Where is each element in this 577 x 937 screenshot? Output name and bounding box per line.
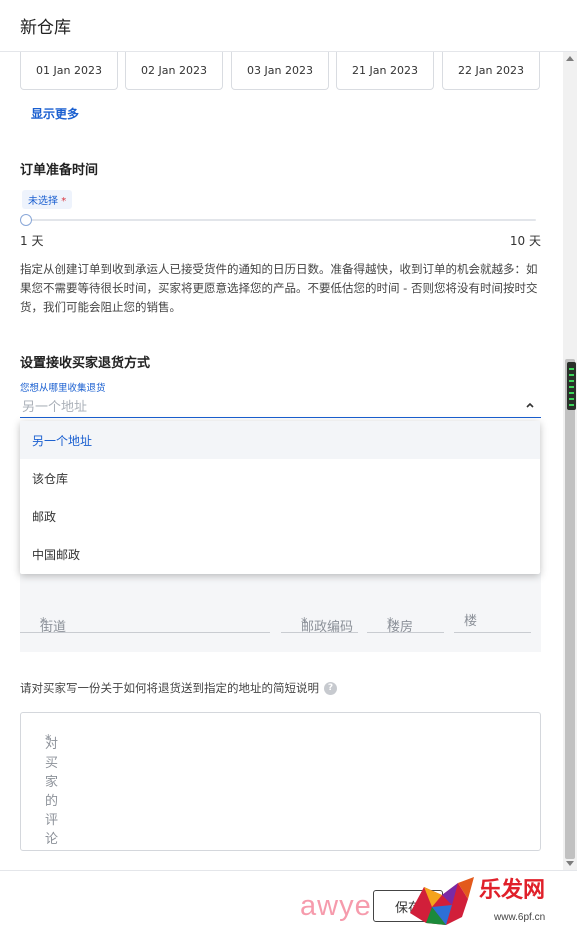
required-mark: * [61, 196, 67, 207]
scroll-down-icon[interactable] [566, 861, 574, 866]
watermark-brand: 乐发网 [479, 877, 546, 903]
prep-time-badge: 未选择 * [22, 190, 73, 209]
prep-time-description: 指定从创建订单到收到承运人已接受货件的通知的日历日数。准备得越快，收到订单的机会… [20, 262, 538, 314]
slider-min-label: 1 天 [20, 234, 44, 248]
returns-location-select[interactable]: 另一个地址 [20, 392, 541, 418]
chevron-up-icon[interactable] [525, 400, 535, 410]
menu-item-china-post[interactable]: 中国邮政 [20, 535, 540, 573]
watermark-text: awye [300, 890, 372, 922]
prep-time-title: 订单准备时间 [20, 163, 99, 178]
menu-item-post[interactable]: 邮政 [20, 497, 540, 535]
required-mark: * [301, 616, 308, 631]
returns-title: 设置接收买家退货方式 [20, 356, 151, 371]
buyer-comment-textarea[interactable]: 对买家的评论 * [20, 712, 541, 851]
required-mark: * [40, 616, 47, 631]
prep-time-slider-track[interactable] [26, 219, 536, 221]
comment-placeholder: 对买家的评论 [45, 737, 59, 847]
scroll-thumb[interactable] [565, 359, 575, 859]
street-field[interactable]: 街道 * [20, 604, 270, 635]
instructions-label: 请对买家写一份关于如何将退货送到指定的地址的简短说明 ? [20, 680, 337, 696]
date-chip[interactable]: 01 Jan 2023 [20, 52, 118, 90]
menu-item-another-address[interactable]: 另一个地址 [20, 421, 540, 459]
date-options: 01 Jan 2023 02 Jan 2023 03 Jan 2023 21 J… [20, 52, 542, 90]
returns-dropdown-menu: 另一个地址 该仓库 邮政 中国邮政 [20, 421, 540, 574]
menu-item-this-warehouse[interactable]: 该仓库 [20, 459, 540, 497]
building-field[interactable]: 楼房 * [367, 604, 444, 635]
show-more-link[interactable]: 显示更多 [31, 105, 79, 122]
date-chip[interactable]: 03 Jan 2023 [231, 52, 329, 90]
slider-max-label: 10 天 [509, 234, 541, 248]
prep-time-slider-handle[interactable] [20, 214, 32, 226]
postcode-field[interactable]: 邮政编码 * [281, 604, 358, 635]
required-mark: * [387, 616, 394, 631]
select-value: 另一个地址 [22, 400, 88, 415]
watermark-url: www.6pf.cn [494, 912, 546, 923]
date-chip[interactable]: 22 Jan 2023 [442, 52, 540, 90]
help-icon[interactable]: ? [324, 681, 337, 695]
level-meter-icon [567, 362, 576, 410]
vertical-scrollbar[interactable] [563, 52, 577, 870]
postcode-placeholder: 邮政编码 [301, 620, 354, 635]
floor-field[interactable]: 楼 [454, 604, 531, 633]
dialog-header: 新仓库 [0, 0, 577, 52]
required-mark: * [45, 733, 52, 748]
instructions-text: 请对买家写一份关于如何将退货送到指定的地址的简短说明 [20, 681, 319, 695]
dialog-title: 新仓库 [20, 18, 71, 38]
date-chip[interactable]: 02 Jan 2023 [125, 52, 223, 90]
badge-label: 未选择 [28, 196, 58, 207]
scroll-up-icon[interactable] [566, 56, 574, 61]
floor-placeholder: 楼 [464, 614, 478, 629]
date-chip[interactable]: 21 Jan 2023 [336, 52, 434, 90]
